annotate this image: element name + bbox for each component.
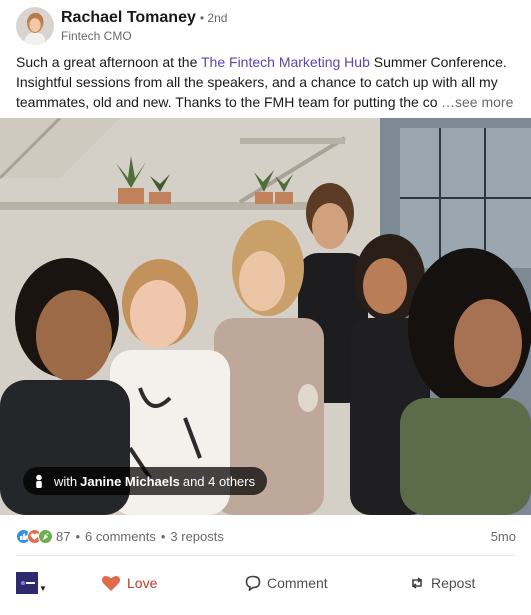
post-text-line-2: Insightful sessions from all the speaker… [16,74,498,90]
social-counts: 87 • 6 comments • 3 reposts 5mo [16,526,516,546]
love-label: Love [127,575,158,591]
post-text-line-1: Such a great afternoon at the The Fintec… [16,52,516,72]
post-text-part: Such a great afternoon at the [16,54,201,70]
post-age: 5mo [490,528,516,544]
company-logo-icon [16,572,38,594]
comment-label: Comment [267,575,328,591]
connection-degree: • 2nd [199,11,228,25]
post-text-part: Summer Conference. [369,54,507,70]
tagged-people-pill[interactable]: with Janine Michaels and 4 others [23,467,268,495]
divider [16,555,516,556]
comments-count[interactable]: 6 comments [85,529,156,544]
chevron-down-icon: ▼ [39,583,47,593]
tagged-person-name: Janine Michaels [80,473,180,489]
author-name[interactable]: Rachael Tomaney [61,9,196,27]
author-avatar[interactable] [16,7,54,45]
tag-prefix: with [54,473,78,489]
post-header: Rachael Tomaney • 2nd Fintech CMO [16,6,227,46]
love-button[interactable]: Love [101,574,157,592]
action-bar: ▼ Love Comment Repost [16,563,516,603]
company-mention-link[interactable]: The Fintech Marketing Hub [201,54,370,70]
author-meta: Rachael Tomaney • 2nd Fintech CMO [61,9,227,43]
post-text-line-3: teammates, old and new. Thanks to the FM… [16,92,516,112]
separator: • [160,528,166,544]
post-photo[interactable] [0,118,531,515]
repost-label: Repost [431,575,476,591]
repost-icon [412,577,422,589]
tag-suffix: and 4 others [182,473,256,489]
person-icon [36,474,42,488]
separator: • [75,528,81,544]
post-text-truncated: teammates, old and new. Thanks to the FM… [16,94,438,110]
author-headline: Fintech CMO [61,29,132,43]
celebrate-reaction-icon [38,528,53,544]
author-name-line: Rachael Tomaney • 2nd [61,9,227,27]
comment-icon [245,575,261,591]
feed-post: Rachael Tomaney • 2nd Fintech CMO Such a… [0,0,531,615]
reaction-icons[interactable] [16,528,53,544]
reposts-count[interactable]: 3 reposts [170,529,223,544]
comment-button[interactable]: Comment [245,575,328,591]
heart-icon [101,575,121,591]
post-text: Such a great afternoon at the The Fintec… [16,52,516,112]
see-more-link[interactable]: …see more [441,92,513,112]
reactions-count[interactable]: 87 [56,529,70,544]
actor-switcher[interactable]: ▼ [16,568,54,598]
repost-button[interactable]: Repost [409,575,475,591]
